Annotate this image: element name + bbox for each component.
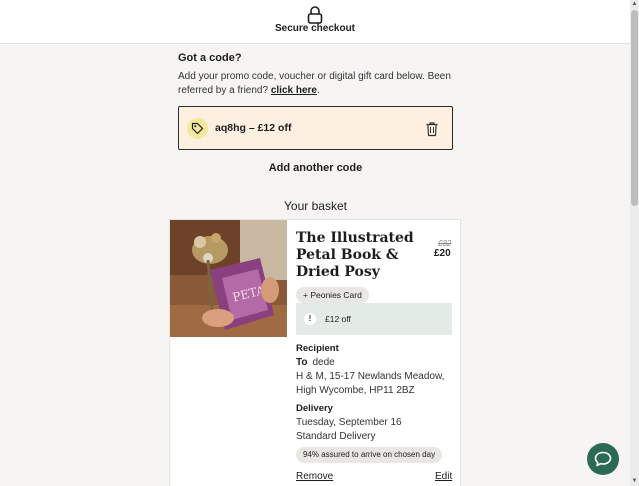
current-price: £20: [434, 248, 451, 259]
basket-item-card: PETAL The Illustrated Petal Book & Dried…: [169, 219, 461, 486]
discount-notice: ! £12 off: [296, 303, 452, 335]
promo-heading: Got a code?: [178, 52, 242, 64]
product-title: The Illustrated Petal Book & Dried Posy: [296, 230, 414, 280]
to-label: To: [296, 357, 308, 368]
delivery-heading: Delivery: [296, 403, 333, 414]
address-line-2: High Wycombe, HP11 2BZ: [296, 385, 415, 396]
info-icon: !: [304, 313, 316, 325]
scrollbar[interactable]: ▲ ▼: [630, 0, 639, 486]
lock-icon: [307, 6, 323, 24]
chat-button[interactable]: [587, 443, 619, 475]
page-title: Secure checkout: [274, 23, 356, 34]
chat-bubble-icon: [594, 451, 612, 467]
add-another-code-button[interactable]: Add another code: [178, 162, 453, 174]
original-price: £32: [438, 239, 452, 248]
edit-item-link[interactable]: Edit: [435, 471, 452, 482]
product-image: PETAL: [170, 220, 287, 337]
discount-text: £12 off: [325, 314, 351, 324]
applied-code-text: aq8hg – £12 off: [215, 122, 292, 134]
tag-icon-badge: [187, 118, 208, 139]
scroll-thumb[interactable]: [631, 10, 638, 206]
address-line-1: H & M, 15-17 Newlands Meadow,: [296, 371, 445, 382]
recipient-name: dede: [312, 357, 335, 368]
referral-link[interactable]: click here: [271, 85, 317, 96]
trash-icon[interactable]: [425, 121, 439, 137]
basket-title: Your basket: [284, 199, 347, 213]
scroll-down-arrow-icon[interactable]: ▼: [631, 478, 638, 485]
delivery-type: Standard Delivery: [296, 431, 376, 442]
delivery-assurance-badge: 94% assured to arrive on chosen day: [296, 447, 443, 463]
promo-description: Add your promo code, voucher or digital …: [178, 70, 453, 98]
remove-item-link[interactable]: Remove: [296, 471, 333, 482]
addon-badge: + Peonies Card: [296, 287, 369, 303]
checkout-header: Secure checkout: [0, 0, 630, 44]
delivery-date: Tuesday, September 16: [296, 417, 402, 428]
referral-suffix: .: [317, 85, 320, 96]
applied-code-box: aq8hg – £12 off: [178, 106, 453, 150]
scroll-up-arrow-icon[interactable]: ▲: [631, 1, 638, 8]
tag-icon: [191, 122, 204, 135]
recipient-heading: Recipient: [296, 343, 339, 354]
recipient-name-line: To dede: [296, 356, 335, 370]
